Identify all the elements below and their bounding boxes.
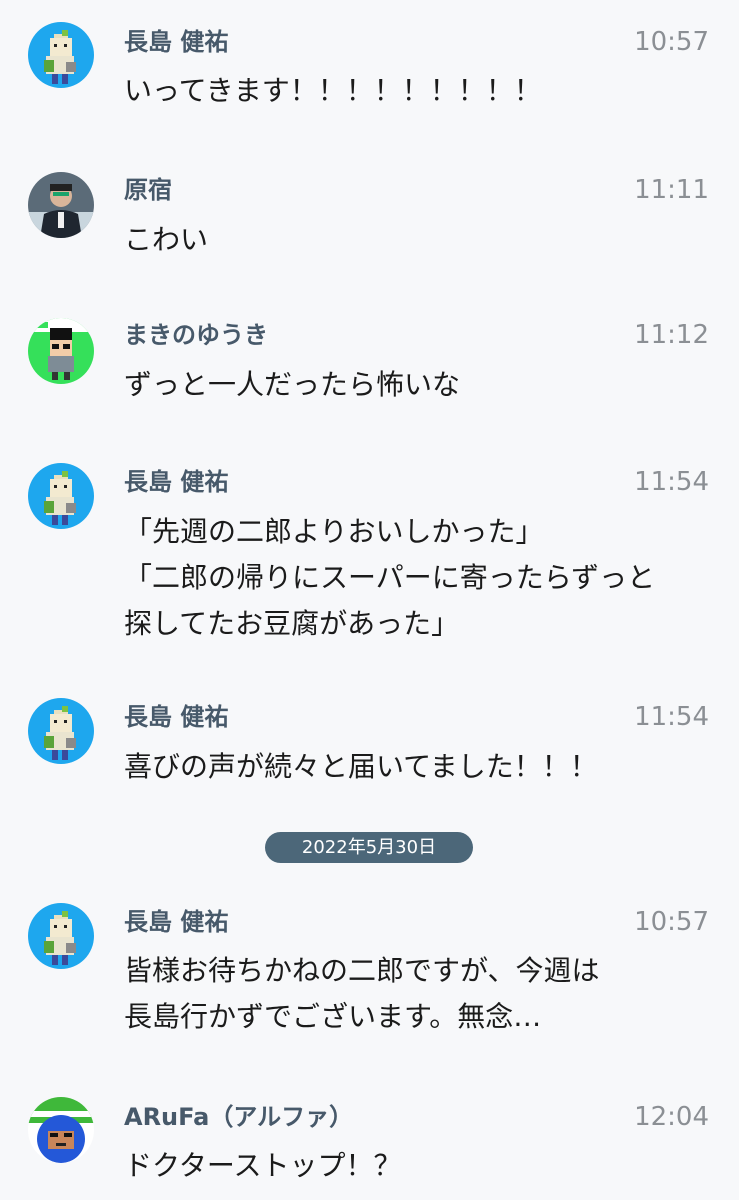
message-line: 皆様お待ちかねの二郎ですが、今週は [124, 954, 600, 987]
message-text: ずっと一人だったら怖いな [124, 362, 714, 408]
sender-name[interactable]: 原宿 [124, 175, 172, 205]
arufa-avatar[interactable] [28, 1097, 94, 1163]
message-text: 「先週の二郎よりおいしかった」 「二郎の帰りにスーパーに寄ったらずっと 探してた… [124, 509, 714, 647]
nagashima-avatar[interactable] [28, 903, 94, 969]
message-time: 10:57 [634, 27, 709, 57]
sender-name[interactable]: 長島 健祐 [124, 907, 228, 937]
nagashima-avatar[interactable] [28, 463, 94, 529]
sender-name[interactable]: 長島 健祐 [124, 702, 228, 732]
sender-name[interactable]: ARuFa（アルファ） [124, 1102, 353, 1132]
message-time: 11:11 [634, 175, 709, 205]
message-line: ドクターストップ！？ [124, 1149, 402, 1182]
message-text: 喜びの声が続々と届いてました！！！ [124, 744, 714, 790]
date-separator: 2022年5月30日 [265, 832, 473, 863]
nagashima-avatar[interactable] [28, 698, 94, 764]
makino-avatar[interactable] [28, 318, 94, 384]
message-line: 「先週の二郎よりおいしかった」 [124, 515, 544, 548]
message-line: 探してたお豆腐があった」 [124, 607, 460, 640]
sender-name[interactable]: まきのゆうき [124, 320, 268, 350]
message-text: 皆様お待ちかねの二郎ですが、今週は 長島行かずでございます。無念… [124, 948, 714, 1040]
message-text: ドクターストップ！？ [124, 1143, 714, 1189]
message-time: 12:04 [634, 1102, 709, 1132]
message-line: 長島行かずでございます。無念… [124, 1000, 542, 1033]
message-text: こわい [124, 217, 714, 263]
message-line: ずっと一人だったら怖いな [124, 368, 461, 401]
message-text: いってきます！！！！！！！！！ [124, 68, 714, 114]
message-line: 「二郎の帰りにスーパーに寄ったらずっと [124, 561, 656, 594]
message-time: 11:54 [634, 702, 709, 732]
nagashima-avatar[interactable] [28, 22, 94, 88]
message-line: いってきます！！！！！！！！！ [124, 74, 542, 107]
harajuku-avatar[interactable] [28, 172, 94, 238]
message-time: 10:57 [634, 907, 709, 937]
message-time: 11:54 [634, 467, 709, 497]
message-line: こわい [124, 223, 209, 256]
sender-name[interactable]: 長島 健祐 [124, 27, 228, 57]
message-line: 喜びの声が続々と届いてました！！！ [124, 750, 598, 783]
message-time: 11:12 [634, 320, 709, 350]
sender-name[interactable]: 長島 健祐 [124, 467, 228, 497]
